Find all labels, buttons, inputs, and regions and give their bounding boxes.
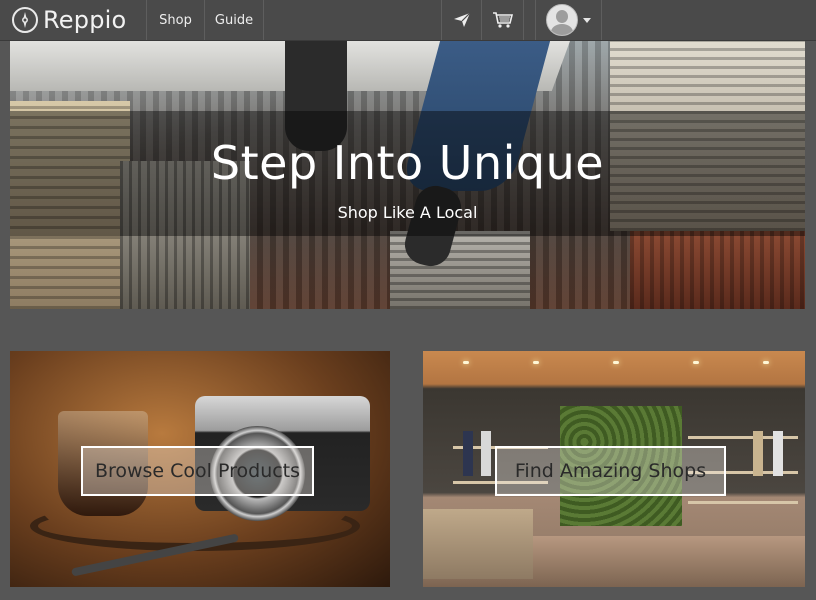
top-navbar: Reppio Shop Guide: [0, 0, 816, 41]
nav-gap: [524, 0, 536, 40]
ceiling-lamp: [763, 361, 769, 364]
find-shops-button[interactable]: Find Amazing Shops: [495, 446, 726, 496]
send-icon: [453, 12, 470, 27]
ceiling-lamp: [613, 361, 619, 364]
find-shops-tile[interactable]: Find Amazing Shops: [423, 351, 805, 587]
hero-banner[interactable]: Step Into Unique Shop Like A Local: [10, 41, 805, 309]
hero-subtitle: Shop Like A Local: [337, 203, 478, 222]
cart-icon: [492, 12, 513, 28]
ceiling-lamp: [463, 361, 469, 364]
browse-products-tile[interactable]: Browse Cool Products: [10, 351, 390, 587]
clothing-item: [753, 431, 763, 476]
nav-link-shop[interactable]: Shop: [147, 0, 205, 40]
send-button[interactable]: [442, 0, 482, 40]
browse-products-button[interactable]: Browse Cool Products: [81, 446, 314, 496]
home-logo-link[interactable]: Reppio: [0, 0, 147, 40]
clothing-item: [481, 431, 491, 476]
shelf: [688, 501, 798, 504]
brand-name: Reppio: [43, 6, 127, 34]
nav-link-guide[interactable]: Guide: [205, 0, 264, 40]
nav-filler: [602, 0, 816, 40]
ceiling-lamp: [533, 361, 539, 364]
chevron-down-icon: [583, 17, 591, 23]
hero-title: Step Into Unique: [210, 136, 605, 190]
user-avatar: [546, 4, 578, 36]
page: Reppio Shop Guide Step Into Unique Shop …: [0, 0, 816, 600]
shop-counter-image: [423, 509, 533, 579]
cart-button[interactable]: [482, 0, 524, 40]
compass-logo-icon: [12, 7, 38, 33]
nav-spacer: [264, 0, 442, 40]
hero-building: [630, 231, 805, 309]
user-menu-button[interactable]: [536, 0, 602, 40]
ceiling-lamp: [693, 361, 699, 364]
clothing-item: [773, 431, 783, 476]
clothing-item: [463, 431, 473, 476]
